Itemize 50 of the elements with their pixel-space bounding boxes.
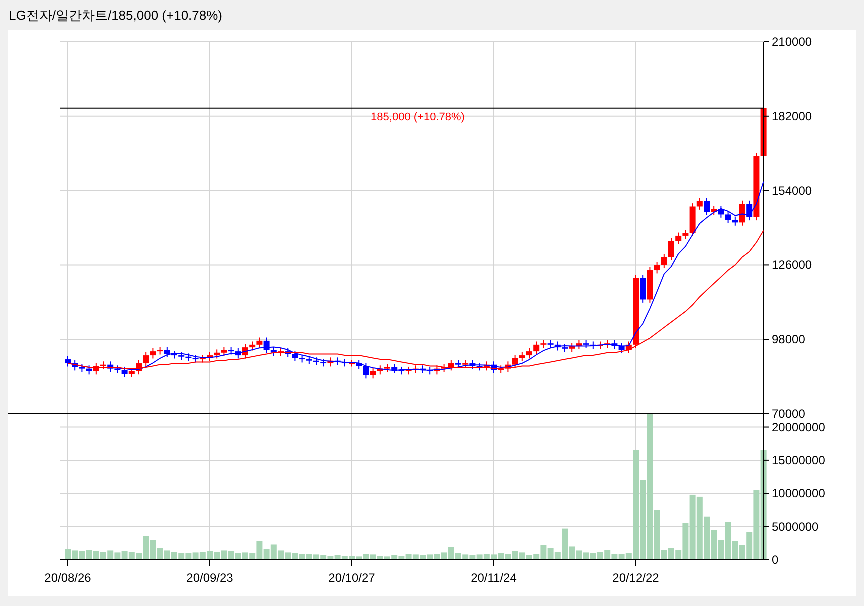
candlestick (370, 368, 376, 380)
candlestick (150, 348, 156, 360)
candlestick (512, 354, 518, 369)
candlestick (676, 232, 682, 245)
candlestick (128, 368, 135, 378)
candlestick (256, 337, 263, 349)
candlestick (519, 352, 526, 362)
candlestick (214, 349, 220, 360)
volume-axis-label: 5000000 (772, 520, 819, 534)
current-price-label: 185,000 (+10.78%) (371, 111, 465, 124)
price-axis-label: 98000 (772, 332, 806, 347)
candlestick (668, 238, 674, 261)
candlestick (122, 366, 128, 378)
candlestick (661, 254, 668, 269)
candlestick (682, 230, 689, 240)
candlestick (86, 365, 92, 376)
candlestick (526, 348, 532, 360)
candlestick (696, 198, 703, 210)
date-axis-label: 20/12/22 (612, 571, 660, 585)
candlestick (65, 356, 71, 368)
price-axis-label: 126000 (772, 258, 812, 272)
volume-axis-label: 15000000 (772, 453, 826, 468)
price-axis-label: 210000 (772, 35, 812, 49)
candlestick (725, 211, 732, 224)
candlestick (270, 346, 277, 357)
chart-title: LG전자/일간차트/185,000 (+10.78%) (8, 7, 224, 25)
candlestick (292, 350, 298, 362)
candlestick (704, 198, 710, 216)
candlestick (164, 346, 170, 358)
candlestick (746, 200, 753, 222)
date-axis-label: 20/09/23 (186, 571, 234, 585)
price-axis-label: 154000 (772, 184, 812, 198)
date-axis-label: 20/10/27 (328, 571, 376, 585)
candlestick (143, 352, 150, 368)
volume-axis-label: 10000000 (772, 486, 826, 501)
price-axis-label: 70000 (772, 407, 806, 421)
candlestick (640, 274, 646, 304)
volume-axis-label: 0 (772, 553, 779, 567)
candlestick (363, 362, 370, 380)
candlestick (740, 200, 746, 226)
candlestick (250, 341, 256, 352)
candlestick (732, 216, 738, 226)
date-axis-label: 20/11/24 (471, 571, 517, 585)
candlestick (221, 346, 228, 357)
candlestick (392, 364, 398, 374)
volume-axis-label: 20000000 (772, 420, 826, 434)
price-axis-label: 182000 (772, 109, 812, 124)
date-axis-label: 20/08/26 (44, 571, 92, 585)
candlestick (534, 341, 540, 356)
candlestick (654, 262, 660, 274)
